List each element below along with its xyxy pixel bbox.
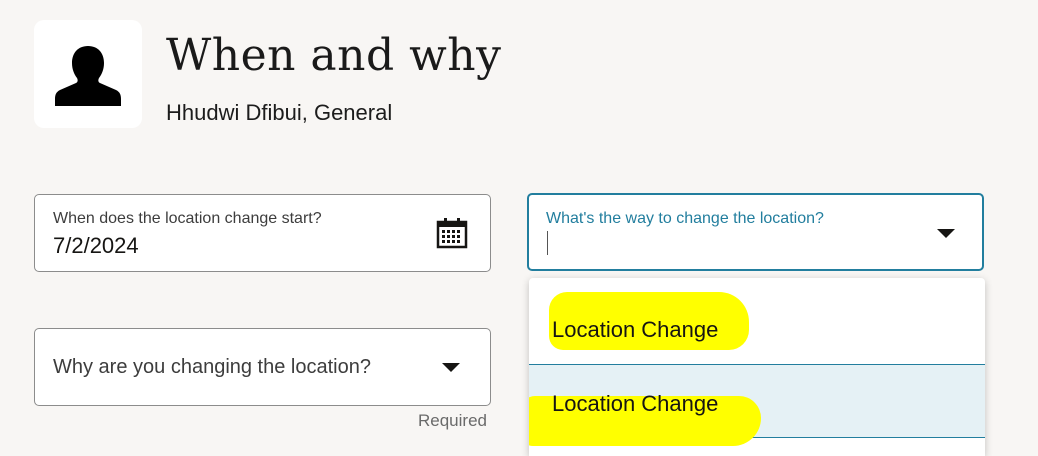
page-title: When and why: [166, 30, 502, 81]
chevron-down-icon[interactable]: [937, 229, 955, 238]
dropdown-option-label: Location Change: [552, 317, 719, 342]
text-cursor: [547, 231, 548, 255]
calendar-icon[interactable]: [436, 217, 468, 249]
avatar: [34, 20, 142, 128]
required-hint: Required: [418, 411, 487, 430]
change-reason-select[interactable]: Why are you changing the location?: [34, 328, 491, 406]
change-way-select[interactable]: What's the way to change the location?: [527, 193, 984, 271]
change-reason-placeholder: Why are you changing the location?: [53, 356, 371, 378]
chevron-down-icon[interactable]: [442, 363, 460, 372]
dropdown-option-label: Location Change: [552, 391, 719, 416]
start-date-value[interactable]: 7/2/2024: [53, 233, 139, 259]
person-silhouette-icon: [55, 46, 121, 106]
start-date-field[interactable]: When does the location change start? 7/2…: [34, 194, 491, 272]
worker-name: Hhudwi Dfibui, General: [166, 100, 393, 125]
start-date-label: When does the location change start?: [53, 210, 322, 227]
change-way-label: What's the way to change the location?: [546, 210, 824, 227]
change-way-dropdown: Location Change Location Change: [529, 278, 985, 456]
